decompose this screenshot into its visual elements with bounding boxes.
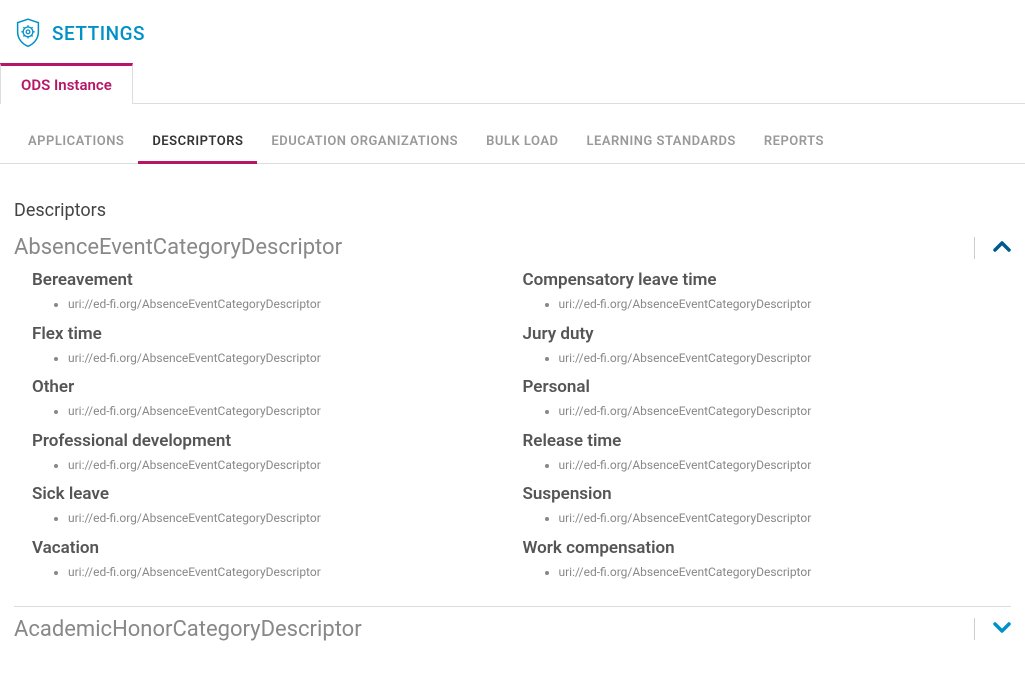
content: Descriptors AbsenceEventCategoryDescript… xyxy=(0,200,1025,646)
page-title: SETTINGS xyxy=(52,22,145,45)
item-uri: uri://ed-fi.org/AbsenceEventCategoryDesc… xyxy=(559,294,994,316)
descriptor-items: Bereavement uri://ed-fi.org/AbsenceEvent… xyxy=(14,264,1011,606)
item-uri: uri://ed-fi.org/AbsenceEventCategoryDesc… xyxy=(559,455,994,477)
item-uri: uri://ed-fi.org/AbsenceEventCategoryDesc… xyxy=(559,401,994,423)
item-uri: uri://ed-fi.org/AbsenceEventCategoryDesc… xyxy=(68,294,503,316)
item-name: Other xyxy=(32,377,503,397)
item-name: Compensatory leave time xyxy=(523,270,994,290)
item-uri: uri://ed-fi.org/AbsenceEventCategoryDesc… xyxy=(68,401,503,423)
tab-learning-standards[interactable]: LEARNING STANDARDS xyxy=(573,122,750,163)
item-uri: uri://ed-fi.org/AbsenceEventCategoryDesc… xyxy=(559,348,994,370)
main-tabs: ODS Instance xyxy=(0,62,1025,104)
divider xyxy=(974,237,975,259)
item-name: Bereavement xyxy=(32,270,503,290)
tab-descriptors[interactable]: DESCRIPTORS xyxy=(138,122,257,164)
divider xyxy=(14,606,1011,607)
list-item: Bereavement uri://ed-fi.org/AbsenceEvent… xyxy=(32,270,503,316)
chevron-down-icon[interactable] xyxy=(993,620,1011,639)
descriptor-name: AbsenceEventCategoryDescriptor xyxy=(14,235,956,260)
item-name: Flex time xyxy=(32,324,503,344)
tab-applications[interactable]: APPLICATIONS xyxy=(14,122,138,163)
list-item: Flex time uri://ed-fi.org/AbsenceEventCa… xyxy=(32,324,503,370)
shield-gear-icon xyxy=(14,18,42,48)
list-item: Release time uri://ed-fi.org/AbsenceEven… xyxy=(523,431,994,477)
list-item: Compensatory leave time uri://ed-fi.org/… xyxy=(523,270,994,316)
tab-ods-instance[interactable]: ODS Instance xyxy=(0,63,133,104)
chevron-up-icon[interactable] xyxy=(993,238,1011,257)
item-name: Work compensation xyxy=(523,538,994,558)
list-item: Personal uri://ed-fi.org/AbsenceEventCat… xyxy=(523,377,994,423)
descriptor-name: AcademicHonorCategoryDescriptor xyxy=(14,617,956,642)
list-item: Vacation uri://ed-fi.org/AbsenceEventCat… xyxy=(32,538,503,584)
sub-tabs: APPLICATIONS DESCRIPTORS EDUCATION ORGAN… xyxy=(0,122,1025,164)
descriptor-header-absence[interactable]: AbsenceEventCategoryDescriptor xyxy=(14,231,1011,264)
list-item: Work compensation uri://ed-fi.org/Absenc… xyxy=(523,538,994,584)
item-uri: uri://ed-fi.org/AbsenceEventCategoryDesc… xyxy=(68,508,503,530)
divider xyxy=(974,618,975,640)
item-uri: uri://ed-fi.org/AbsenceEventCategoryDesc… xyxy=(559,508,994,530)
item-name: Professional development xyxy=(32,431,503,451)
item-uri: uri://ed-fi.org/AbsenceEventCategoryDesc… xyxy=(68,348,503,370)
item-name: Sick leave xyxy=(32,484,503,504)
item-name: Suspension xyxy=(523,484,994,504)
tab-reports[interactable]: REPORTS xyxy=(750,122,838,163)
item-uri: uri://ed-fi.org/AbsenceEventCategoryDesc… xyxy=(559,562,994,584)
list-item: Other uri://ed-fi.org/AbsenceEventCatego… xyxy=(32,377,503,423)
list-item: Suspension uri://ed-fi.org/AbsenceEventC… xyxy=(523,484,994,530)
list-item: Professional development uri://ed-fi.org… xyxy=(32,431,503,477)
section-title: Descriptors xyxy=(14,200,1011,221)
tab-bulk-load[interactable]: BULK LOAD xyxy=(472,122,572,163)
item-name: Jury duty xyxy=(523,324,994,344)
page-header: SETTINGS xyxy=(0,0,1025,62)
descriptor-header-academic-honor[interactable]: AcademicHonorCategoryDescriptor xyxy=(14,613,1011,646)
item-name: Release time xyxy=(523,431,994,451)
item-uri: uri://ed-fi.org/AbsenceEventCategoryDesc… xyxy=(68,455,503,477)
list-item: Sick leave uri://ed-fi.org/AbsenceEventC… xyxy=(32,484,503,530)
item-uri: uri://ed-fi.org/AbsenceEventCategoryDesc… xyxy=(68,562,503,584)
item-name: Vacation xyxy=(32,538,503,558)
list-item: Jury duty uri://ed-fi.org/AbsenceEventCa… xyxy=(523,324,994,370)
tab-education-organizations[interactable]: EDUCATION ORGANIZATIONS xyxy=(257,122,472,163)
item-name: Personal xyxy=(523,377,994,397)
